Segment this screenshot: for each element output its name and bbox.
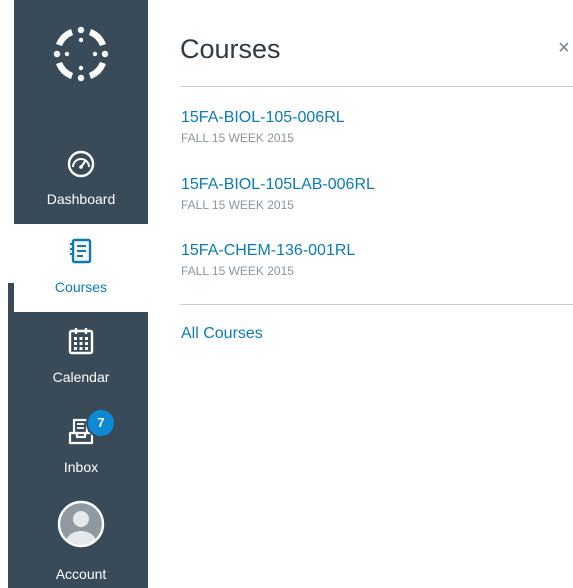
nav-item-account[interactable]: Account xyxy=(14,500,148,588)
course-term: FALL 15 WEEK 2015 xyxy=(181,131,294,145)
course-term: FALL 15 WEEK 2015 xyxy=(181,198,294,212)
course-link[interactable]: 15FA-BIOL-105LAB-006RL xyxy=(181,176,375,194)
inbox-unread-badge: 7 xyxy=(86,408,116,438)
course-link[interactable]: 15FA-BIOL-105-006RL xyxy=(181,109,345,127)
close-tray-button[interactable]: × xyxy=(558,38,570,58)
nav-label-courses: Courses xyxy=(54,279,108,295)
course-term: FALL 15 WEEK 2015 xyxy=(181,264,294,278)
course-list-item: 15FA-CHEM-136-001RL FALL 15 WEEK 2015 xyxy=(181,242,355,278)
tray-title: Courses xyxy=(180,34,281,64)
courses-icon xyxy=(70,238,92,264)
avatar-icon xyxy=(57,500,105,548)
course-link[interactable]: 15FA-CHEM-136-001RL xyxy=(181,242,355,260)
tray-title-divider xyxy=(180,86,573,87)
all-courses-link[interactable]: All Courses xyxy=(181,325,263,343)
app-root: Dashboard Courses Calendar 7 Inbox Accou… xyxy=(0,0,573,588)
course-list-item: 15FA-BIOL-105LAB-006RL FALL 15 WEEK 2015 xyxy=(181,176,375,212)
nav-item-calendar[interactable]: Calendar xyxy=(14,314,148,402)
calendar-icon xyxy=(68,328,94,355)
courses-tray: Courses × 15FA-BIOL-105-006RL FALL 15 WE… xyxy=(148,0,573,588)
page-gutter xyxy=(0,0,14,588)
nav-item-courses[interactable]: Courses xyxy=(14,224,148,312)
nav-label-account: Account xyxy=(55,566,107,582)
course-list-divider xyxy=(180,304,573,305)
nav-item-inbox[interactable]: 7 Inbox xyxy=(14,404,148,492)
global-navigation: Dashboard Courses Calendar 7 Inbox Accou… xyxy=(14,0,148,588)
nav-label-calendar: Calendar xyxy=(52,369,110,385)
dashboard-icon xyxy=(67,150,95,178)
canvas-logo-icon[interactable] xyxy=(53,26,109,82)
nav-label-dashboard: Dashboard xyxy=(46,191,116,207)
course-list-item: 15FA-BIOL-105-006RL FALL 15 WEEK 2015 xyxy=(181,109,345,145)
nav-label-inbox: Inbox xyxy=(63,459,99,475)
nav-item-dashboard[interactable]: Dashboard xyxy=(14,136,148,224)
